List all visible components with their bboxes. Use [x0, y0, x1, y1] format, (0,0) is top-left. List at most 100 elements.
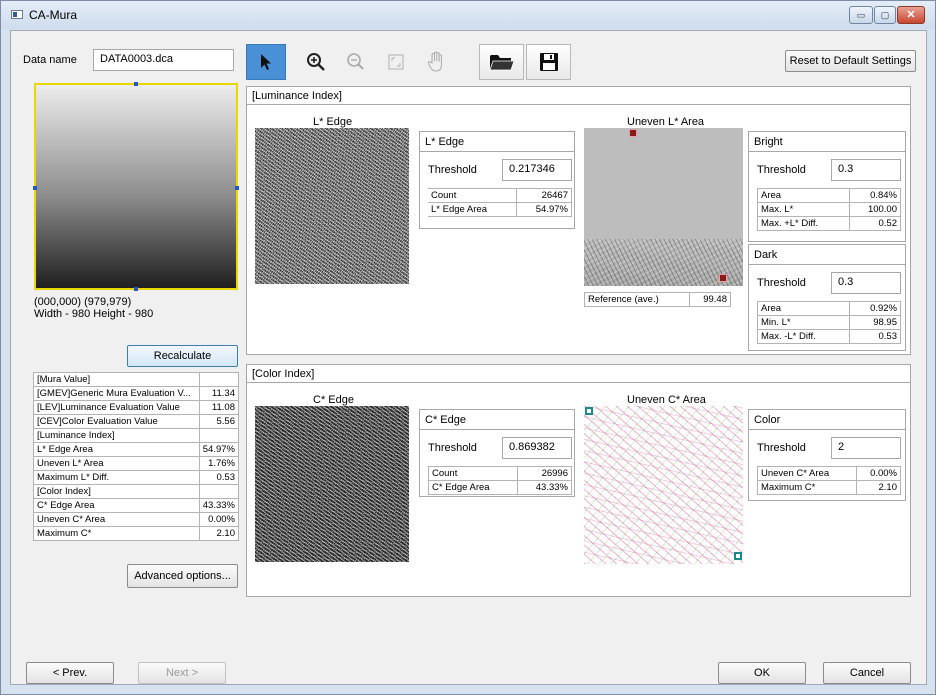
cell-label: Count	[428, 188, 517, 203]
table-row: Max. L* 100.00	[757, 202, 902, 217]
mura-values-table: [Mura Value] [GMEV]Generic Mura Evaluatio…	[33, 372, 240, 541]
color-box: Color Threshold 2 Uneven C* Area 0.00% Ma…	[748, 409, 906, 501]
table-row: Area 0.84%	[757, 188, 902, 203]
mura-label: Uneven L* Area	[33, 456, 200, 471]
save-button[interactable]	[526, 44, 571, 80]
ok-button[interactable]: OK	[718, 662, 806, 684]
l-edge-box-title: L* Edge	[420, 132, 574, 152]
minimize-button[interactable]: ▭	[849, 6, 873, 24]
uneven-l-image[interactable]	[584, 128, 743, 286]
open-folder-icon	[488, 55, 515, 71]
color-area-marker[interactable]	[734, 552, 742, 560]
cell-value: 0.84%	[848, 188, 902, 203]
advanced-options-button[interactable]: Advanced options...	[127, 564, 238, 588]
color-area-marker[interactable]	[585, 407, 593, 415]
selection-handle[interactable]	[235, 186, 239, 190]
zoom-in-button[interactable]	[296, 44, 336, 80]
table-row: [Luminance Index]	[33, 428, 240, 443]
table-row: Max. -L* Diff. 0.53	[756, 329, 901, 344]
table-row: [CEV]Color Evaluation Value 5.56	[33, 414, 240, 429]
zoom-out-button[interactable]	[336, 44, 376, 80]
next-button[interactable]: Next >	[138, 662, 226, 684]
table-row: Uneven C* Area 0.00%	[757, 466, 901, 481]
cell-label: Maximum C*	[757, 480, 857, 495]
bright-box-title: Bright	[749, 132, 905, 152]
mura-value: 11.08	[198, 400, 240, 415]
cell-label: Area	[757, 188, 850, 203]
mura-value	[198, 484, 240, 499]
cell-label: L* Edge Area	[428, 202, 517, 217]
reference-label: Reference (ave.)	[584, 292, 690, 307]
cell-label: C* Edge Area	[428, 480, 518, 495]
pointer-tool-button[interactable]	[246, 44, 286, 80]
data-name-field[interactable]: DATA0003.dca	[93, 49, 234, 71]
prev-button[interactable]: < Prev.	[26, 662, 114, 684]
mura-label: [CEV]Color Evaluation Value	[33, 414, 200, 429]
dark-threshold-label: Threshold	[757, 277, 806, 289]
cell-value: 26996	[516, 466, 573, 481]
dark-area-marker[interactable]	[719, 274, 727, 282]
recalculate-button[interactable]: Recalculate	[127, 345, 238, 367]
hand-button[interactable]	[416, 44, 456, 80]
hand-icon	[427, 51, 442, 72]
dark-threshold-input[interactable]: 0.3	[831, 272, 901, 294]
cell-value: 0.53	[849, 329, 901, 344]
bright-threshold-input[interactable]: 0.3	[831, 159, 901, 181]
l-edge-box: L* Edge Threshold 0.217346 Count 26467 L*…	[419, 131, 575, 229]
table-row: Count 26996	[428, 466, 573, 481]
zoom-in-icon	[307, 53, 325, 71]
selection-handle[interactable]	[134, 287, 138, 291]
bright-threshold-label: Threshold	[757, 164, 806, 176]
color-index-header: [Color Index]	[247, 365, 910, 383]
color-index-group: [Color Index] C* Edge C* Edge Threshold …	[246, 364, 911, 597]
dialog-client: Data name DATA0003.dca Reset to Default …	[10, 30, 927, 685]
mura-label: C* Edge Area	[33, 498, 200, 513]
c-edge-threshold-label: Threshold	[428, 442, 477, 454]
app-icon	[11, 10, 23, 19]
color-stats: Uneven C* Area 0.00% Maximum C* 2.10	[757, 466, 901, 495]
cancel-button[interactable]: Cancel	[823, 662, 911, 684]
table-row: Maximum C* 2.10	[757, 480, 901, 495]
table-row: Uneven L* Area 1.76%	[33, 456, 240, 471]
mura-label: [GMEV]Generic Mura Evaluation V...	[33, 386, 200, 401]
selection-handle[interactable]	[134, 82, 138, 86]
mura-label: Maximum L* Diff.	[33, 470, 200, 485]
fit-button[interactable]	[376, 44, 416, 80]
mura-value: 5.56	[198, 414, 240, 429]
cell-value: 54.97%	[515, 202, 573, 217]
reset-defaults-button[interactable]: Reset to Default Settings	[785, 50, 916, 72]
mura-value: 0.53	[198, 470, 240, 485]
reference-value: 99.48	[688, 292, 732, 307]
bright-area-marker[interactable]	[629, 129, 637, 137]
l-edge-threshold-label: Threshold	[428, 164, 477, 176]
table-row: Area 0.92%	[756, 301, 901, 316]
cell-value: 98.95	[849, 315, 901, 330]
l-edge-image[interactable]	[255, 128, 409, 284]
close-button[interactable]: ✕	[897, 6, 925, 24]
uneven-c-image[interactable]	[584, 406, 743, 564]
dark-box: Dark Threshold 0.3 Area 0.92% Min. L* 98.9…	[748, 244, 906, 351]
cell-value: 0.00%	[855, 466, 901, 481]
bright-box: Bright Threshold 0.3 Area 0.84% Max. L* 10…	[748, 131, 906, 242]
cell-label: Uneven C* Area	[757, 466, 857, 481]
cell-label: Min. L*	[756, 315, 851, 330]
maximize-button[interactable]: ▢	[874, 6, 896, 24]
table-row: Maximum L* Diff. 0.53	[33, 470, 240, 485]
l-edge-threshold-input[interactable]: 0.217346	[502, 159, 572, 181]
data-name-label: Data name	[23, 54, 77, 66]
source-image-preview[interactable]	[33, 82, 239, 291]
table-row: Reference (ave.) 99.48	[584, 292, 732, 307]
table-row: [Mura Value]	[33, 372, 240, 387]
table-row: L* Edge Area 54.97%	[428, 202, 573, 217]
c-edge-image[interactable]	[255, 406, 409, 562]
mura-value: 43.33%	[198, 498, 240, 513]
mura-label: [LEV]Luminance Evaluation Value	[33, 400, 200, 415]
selection-handle[interactable]	[33, 186, 37, 190]
cell-label: Max. L*	[757, 202, 850, 217]
table-row: [Color Index]	[33, 484, 240, 499]
c-edge-threshold-input[interactable]: 0.869382	[502, 437, 572, 459]
open-button[interactable]	[479, 44, 524, 80]
color-threshold-input[interactable]: 2	[831, 437, 901, 459]
table-row: Count 26467	[428, 188, 573, 203]
mura-value: 1.76%	[198, 456, 240, 471]
